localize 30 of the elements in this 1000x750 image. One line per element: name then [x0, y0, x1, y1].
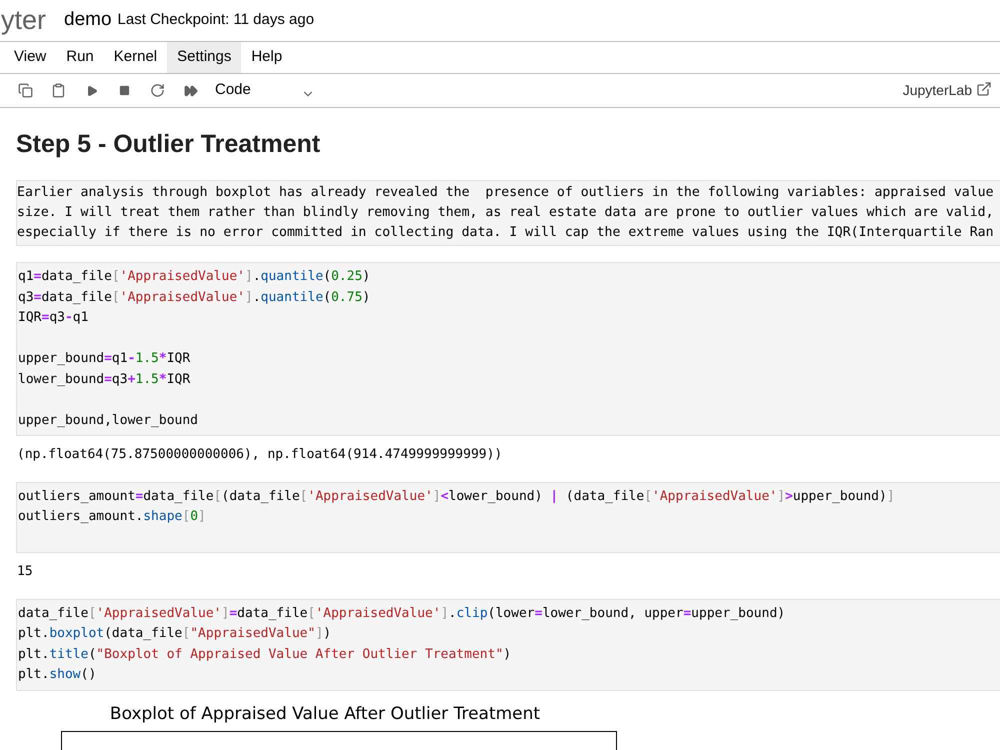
jupyterlab-link[interactable]: JupyterLab: [902, 80, 992, 101]
code-line: upper_bound,lower_bound: [18, 412, 198, 430]
code-line: outliers_amount=data_file[(data_file['AppraisedValue']<lower_bound) | (data_file['AppraisedValue']>upper_bound)]: [18, 488, 895, 506]
code-line: outliers_amount.shape[0]: [18, 508, 206, 526]
code-line: lower_bound=q3+1.5*IQR: [18, 370, 190, 388]
text-line: Earlier analysis through boxplot has already revealed the presence of outliers in the following variables: appraised value: [17, 184, 994, 202]
code-line: plt.show(): [18, 666, 96, 684]
checkpoint-text: Last Checkpoint: 11 days ago: [118, 10, 314, 30]
code-cell[interactable]: q1=data_file['AppraisedValue'].quantile(0.25) q3=data_file['AppraisedValue'].quantile(0.75) IQR=q3-q1 upper_bound=q1-1.5*IQR lower_bound=q3+1.5*IQR upper_bound,lower_bound: [16, 262, 1000, 436]
text-cell[interactable]: [16, 180, 1000, 246]
cell-output: (np.float64(75.87500000000006), np.float64(914.4749999999999)): [17, 446, 502, 464]
plot-title: Boxplot of Appraised Value After Outlier Treatment: [110, 702, 540, 724]
logo-text: yter: [1, 7, 46, 34]
code-cell[interactable]: [16, 598, 1000, 690]
external-link-icon: [976, 81, 992, 97]
code-line: upper_bound=q1-1.5*IQR: [18, 350, 190, 368]
code-line: plt.title("Boxplot of Appraised Value After Outlier Treatment"): [18, 646, 512, 664]
code-cell[interactable]: outliers_amount=data_file[(data_file['AppraisedValue']<lower_bound) | (data_file['AppraisedValue']>upper_bound)] outliers_amount.shape[0]: [16, 482, 1000, 553]
code-line: q3=data_file['AppraisedValue'].quantile(0.75): [18, 288, 370, 306]
code-line: data_file['AppraisedValue']=data_file['AppraisedValue'].clip(lower=lower_bound, upper=upper_bound): [18, 604, 786, 622]
code-line: plt.boxplot(data_file["AppraisedValue"]): [18, 625, 332, 643]
text-line: especially if there is no error committed in collecting data. I will cap the extreme values using the IQR(Interquartile Ran: [17, 224, 994, 242]
menu-item[interactable]: Settings: [167, 42, 242, 73]
code-line: IQR=q3-q1: [18, 309, 88, 327]
text-line: size. I will treat them rather than blindly removing them, as real estate data are prone to outlier values which are valid,: [17, 204, 994, 222]
cell-output: 15: [17, 563, 33, 581]
cell-type-dropdown[interactable]: Code: [215, 78, 315, 104]
section-heading: Step 5 - Outlier Treatment: [16, 129, 322, 160]
code-line: q1=data_file['AppraisedValue'].quantile(0.25): [18, 268, 370, 286]
notebook-name[interactable]: demo: [64, 6, 112, 35]
